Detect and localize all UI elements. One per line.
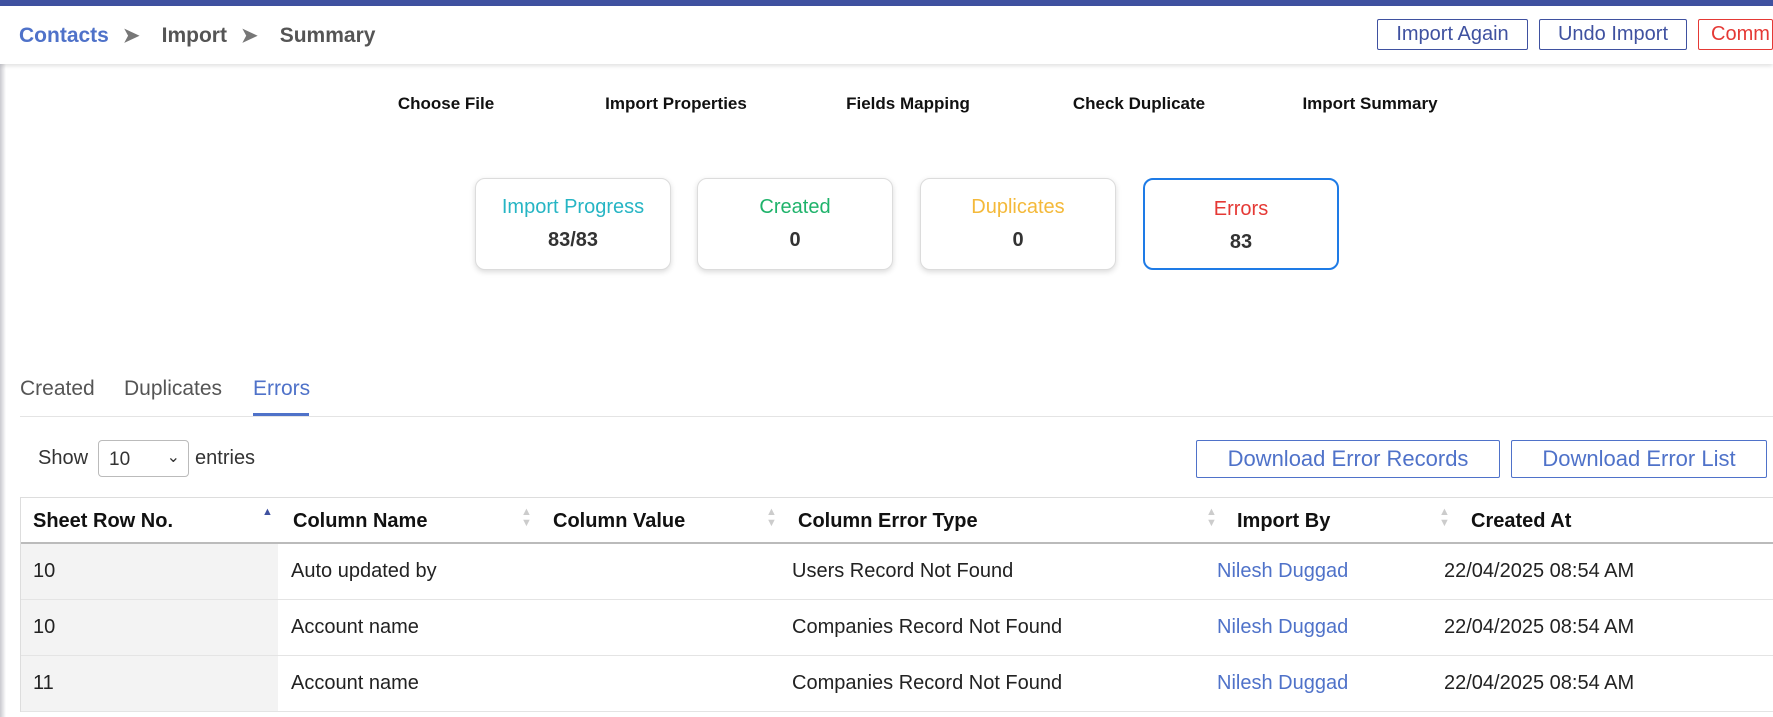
cell-created-at: 22/04/2025 08:54 AM [1444,616,1635,638]
card-errors[interactable]: Errors 83 [1143,178,1339,270]
step-label: Import Properties [605,94,747,113]
col-sheet-row-no[interactable]: Sheet Row No. [33,510,173,533]
table-row: 10 Auto updated by Users Record Not Foun… [21,544,1773,600]
card-value: 83/83 [547,229,599,251]
card-value: 83 [1229,231,1253,253]
card-created[interactable]: Created 0 [697,178,893,270]
card-title: Errors [1213,198,1269,220]
show-label: Show [38,447,89,469]
cell-column-name: Account name [291,616,419,638]
step-label: Import Summary [1302,94,1438,113]
col-column-name[interactable]: Column Name [293,510,427,533]
cell-error-type: Companies Record Not Found [792,616,1063,638]
errors-table: Sheet Row No. ▲ Column Name ▲ ▼ Column Va… [20,497,1773,712]
card-value: 0 [789,229,801,251]
breadcrumb: Contacts ➤ Import ➤ Summary [19,23,375,48]
undo-import-button[interactable]: Undo Import [1539,19,1687,50]
active-tab-indicator [253,413,309,416]
cell-created-at: 22/04/2025 08:54 AM [1444,560,1635,582]
card-title: Created [759,196,831,218]
col-created-at[interactable]: Created At [1471,510,1571,533]
cell-import-by-link[interactable]: Nilesh Duggad [1217,616,1348,639]
import-again-button[interactable]: Import Again [1377,19,1528,50]
chevron-right-icon: ➤ [240,25,258,47]
col-column-value[interactable]: Column Value [553,510,685,533]
page-header: Contacts ➤ Import ➤ Summary Import Again… [0,6,1773,64]
step-label: Fields Mapping [846,94,970,113]
cell-column-name: Auto updated by [291,560,437,582]
entries-select[interactable]: 10 ⌄ [98,440,190,477]
entries-label: entries [195,447,256,469]
sort-icon[interactable]: ▲ ▼ [521,507,532,529]
chevron-right-icon: ➤ [122,25,140,47]
table-row: 10 Account name Companies Record Not Fou… [21,600,1773,656]
cell-error-type: Companies Record Not Found [792,672,1063,694]
cell-sheet-row-no: 11 [33,672,54,694]
tab-created[interactable]: Created [20,377,95,401]
card-title: Duplicates [971,196,1065,218]
card-duplicates[interactable]: Duplicates 0 [920,178,1116,270]
table-row: 11 Account name Companies Record Not Fou… [21,656,1773,712]
card-title: Import Progress [501,196,645,218]
sort-icon[interactable]: ▲ ▼ [766,507,777,529]
result-tabs: Created Duplicates Errors [20,374,1773,417]
row-number-cell-bg [21,544,278,599]
entries-select-value: 10 [109,449,131,470]
card-import-progress[interactable]: Import Progress 83/83 [475,178,671,270]
cell-column-name: Account name [291,672,419,694]
breadcrumb-contacts[interactable]: Contacts [19,24,109,48]
row-number-cell-bg [21,600,278,655]
step-label: Choose File [397,94,495,113]
tab-errors[interactable]: Errors [253,377,310,401]
row-number-cell-bg [21,656,278,711]
cell-sheet-row-no: 10 [33,560,56,582]
chevron-down-icon: ⌄ [166,449,181,466]
sort-asc-icon[interactable]: ▲ [262,507,273,518]
show-entries: Show 10 ⌄ entries [38,440,255,477]
cell-created-at: 22/04/2025 08:54 AM [1444,672,1635,694]
col-column-error-type[interactable]: Column Error Type [798,510,978,533]
commit-button[interactable]: Comm [1698,19,1773,50]
table-header: Sheet Row No. ▲ Column Name ▲ ▼ Column Va… [21,498,1773,544]
cell-import-by-link[interactable]: Nilesh Duggad [1217,560,1348,583]
cell-import-by-link[interactable]: Nilesh Duggad [1217,672,1348,695]
cell-error-type: Users Record Not Found [792,560,1014,582]
cell-sheet-row-no: 10 [33,616,56,638]
sort-icon[interactable]: ▲ ▼ [1206,507,1217,529]
step-label: Check Duplicate [1072,94,1206,113]
tab-duplicates[interactable]: Duplicates [124,377,222,401]
col-import-by[interactable]: Import By [1237,510,1330,533]
card-value: 0 [1012,229,1024,251]
sort-icon[interactable]: ▲ ▼ [1439,507,1450,529]
download-error-records-button[interactable]: Download Error Records [1196,440,1500,478]
breadcrumb-summary: Summary [279,23,376,47]
breadcrumb-import: Import [161,23,227,47]
left-edge-shadow [0,6,6,717]
download-error-list-button[interactable]: Download Error List [1511,440,1767,478]
